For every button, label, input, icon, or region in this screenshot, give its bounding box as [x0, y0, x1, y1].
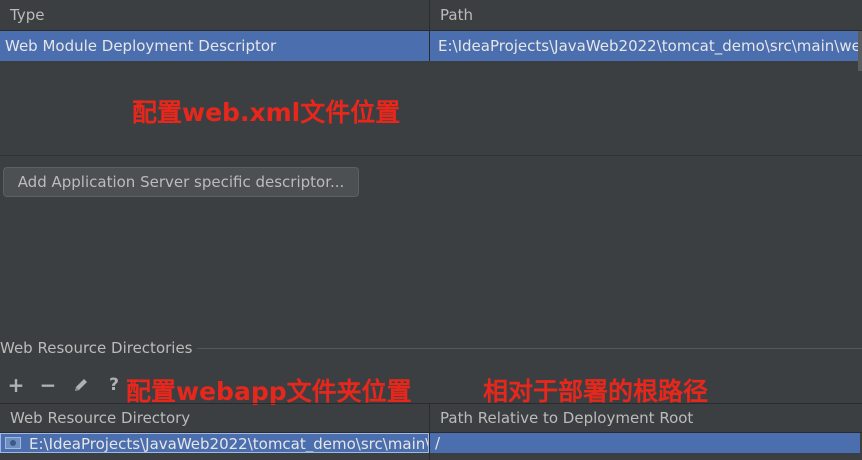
add-icon-glyph: + [7, 373, 25, 397]
descriptor-row-path[interactable]: E:\IdeaProjects\JavaWeb2022\tomcat_demo\… [430, 31, 858, 61]
folder-icon [5, 437, 21, 449]
add-icon[interactable]: + [5, 373, 27, 397]
add-server-descriptor-button[interactable]: Add Application Server specific descript… [3, 167, 359, 197]
column-header-path[interactable]: Path [430, 0, 862, 30]
descriptor-type-cell: Web Module Deployment Descriptor [5, 37, 277, 55]
column-header-type[interactable]: Type [0, 0, 429, 30]
help-icon-glyph: ? [109, 375, 119, 395]
edit-icon[interactable] [70, 374, 92, 396]
annotation-web-xml: 配置web.xml文件位置 [132, 98, 401, 127]
section-title-rule [197, 348, 862, 349]
table-bottom-border [0, 155, 862, 156]
column-header-type-label: Type [10, 6, 45, 24]
column-header-relative-path[interactable]: Path Relative to Deployment Root [440, 404, 693, 432]
column-header-web-resource-directory[interactable]: Web Resource Directory [10, 404, 190, 432]
resource-row-dir[interactable]: E:\IdeaProjects\JavaWeb2022\tomcat_demo\… [0, 433, 429, 453]
resource-row-relative[interactable]: / [430, 433, 860, 453]
descriptor-path-cell: E:\IdeaProjects\JavaWeb2022\tomcat_demo\… [438, 37, 858, 55]
resource-dir-cell: E:\IdeaProjects\JavaWeb2022\tomcat_demo\… [29, 435, 429, 453]
column-header-path-label: Path [440, 6, 473, 24]
section-title-web-resource-directories: Web Resource Directories [0, 339, 193, 357]
resource-relative-cell: / [435, 434, 441, 452]
remove-icon-glyph: − [39, 373, 57, 397]
descriptor-row-type[interactable]: Web Module Deployment Descriptor [0, 31, 429, 61]
vertical-scrollbar[interactable] [858, 31, 862, 71]
remove-icon[interactable]: − [37, 373, 59, 397]
pencil-icon [75, 379, 87, 391]
folder-icon-dot [10, 440, 16, 446]
help-icon[interactable]: ? [103, 374, 125, 396]
